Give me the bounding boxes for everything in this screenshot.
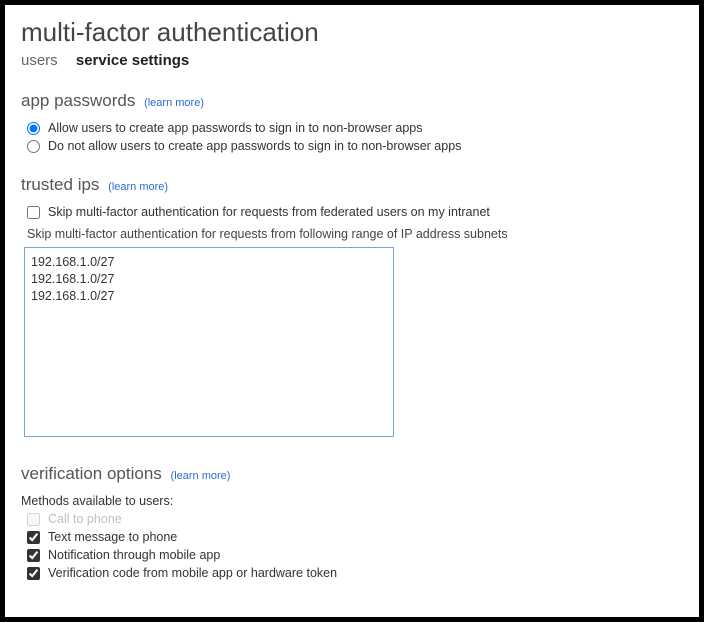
checkbox-code-input[interactable] <box>27 567 40 580</box>
radio-allow-label: Allow users to create app passwords to s… <box>48 121 423 135</box>
trusted-ips-textarea[interactable] <box>24 247 394 437</box>
heading-verification-options-text: verification options <box>21 464 162 483</box>
learn-more-trusted-ips[interactable]: (learn more) <box>108 181 168 193</box>
label-skip-range: Skip multi-factor authentication for req… <box>27 227 683 241</box>
checkbox-skip-federated-input[interactable] <box>27 206 40 219</box>
checkbox-text-message[interactable]: Text message to phone <box>27 530 683 544</box>
radio-deny-app-passwords[interactable]: Do not allow users to create app passwor… <box>27 139 683 153</box>
learn-more-verification[interactable]: (learn more) <box>171 470 231 482</box>
radio-allow-app-passwords[interactable]: Allow users to create app passwords to s… <box>27 121 683 135</box>
checkbox-call-label: Call to phone <box>48 512 122 526</box>
checkbox-code-label: Verification code from mobile app or har… <box>48 566 337 580</box>
radio-allow-input[interactable] <box>27 122 40 135</box>
heading-app-passwords-text: app passwords <box>21 91 135 110</box>
label-methods-available: Methods available to users: <box>21 494 683 508</box>
tab-users[interactable]: users <box>21 52 58 69</box>
checkbox-skip-federated[interactable]: Skip multi-factor authentication for req… <box>27 205 683 219</box>
checkbox-verification-code[interactable]: Verification code from mobile app or har… <box>27 566 683 580</box>
heading-app-passwords: app passwords (learn more) <box>21 91 683 111</box>
section-verification-options: verification options (learn more) Method… <box>21 464 683 580</box>
learn-more-app-passwords[interactable]: (learn more) <box>144 97 204 109</box>
page-title: multi-factor authentication <box>21 17 683 48</box>
tab-bar: users service settings <box>21 52 683 69</box>
section-app-passwords: app passwords (learn more) Allow users t… <box>21 91 683 153</box>
checkbox-text-label: Text message to phone <box>48 530 177 544</box>
heading-verification-options: verification options (learn more) <box>21 464 683 484</box>
checkbox-notification-app[interactable]: Notification through mobile app <box>27 548 683 562</box>
checkbox-call-to-phone: Call to phone <box>27 512 683 526</box>
checkbox-notif-label: Notification through mobile app <box>48 548 220 562</box>
heading-trusted-ips-text: trusted ips <box>21 175 99 194</box>
checkbox-text-input[interactable] <box>27 531 40 544</box>
section-trusted-ips: trusted ips (learn more) Skip multi-fact… <box>21 175 683 442</box>
checkbox-notif-input[interactable] <box>27 549 40 562</box>
radio-deny-label: Do not allow users to create app passwor… <box>48 139 461 153</box>
checkbox-call-input <box>27 513 40 526</box>
heading-trusted-ips: trusted ips (learn more) <box>21 175 683 195</box>
tab-service-settings[interactable]: service settings <box>76 52 189 69</box>
checkbox-skip-federated-label: Skip multi-factor authentication for req… <box>48 205 490 219</box>
radio-deny-input[interactable] <box>27 140 40 153</box>
